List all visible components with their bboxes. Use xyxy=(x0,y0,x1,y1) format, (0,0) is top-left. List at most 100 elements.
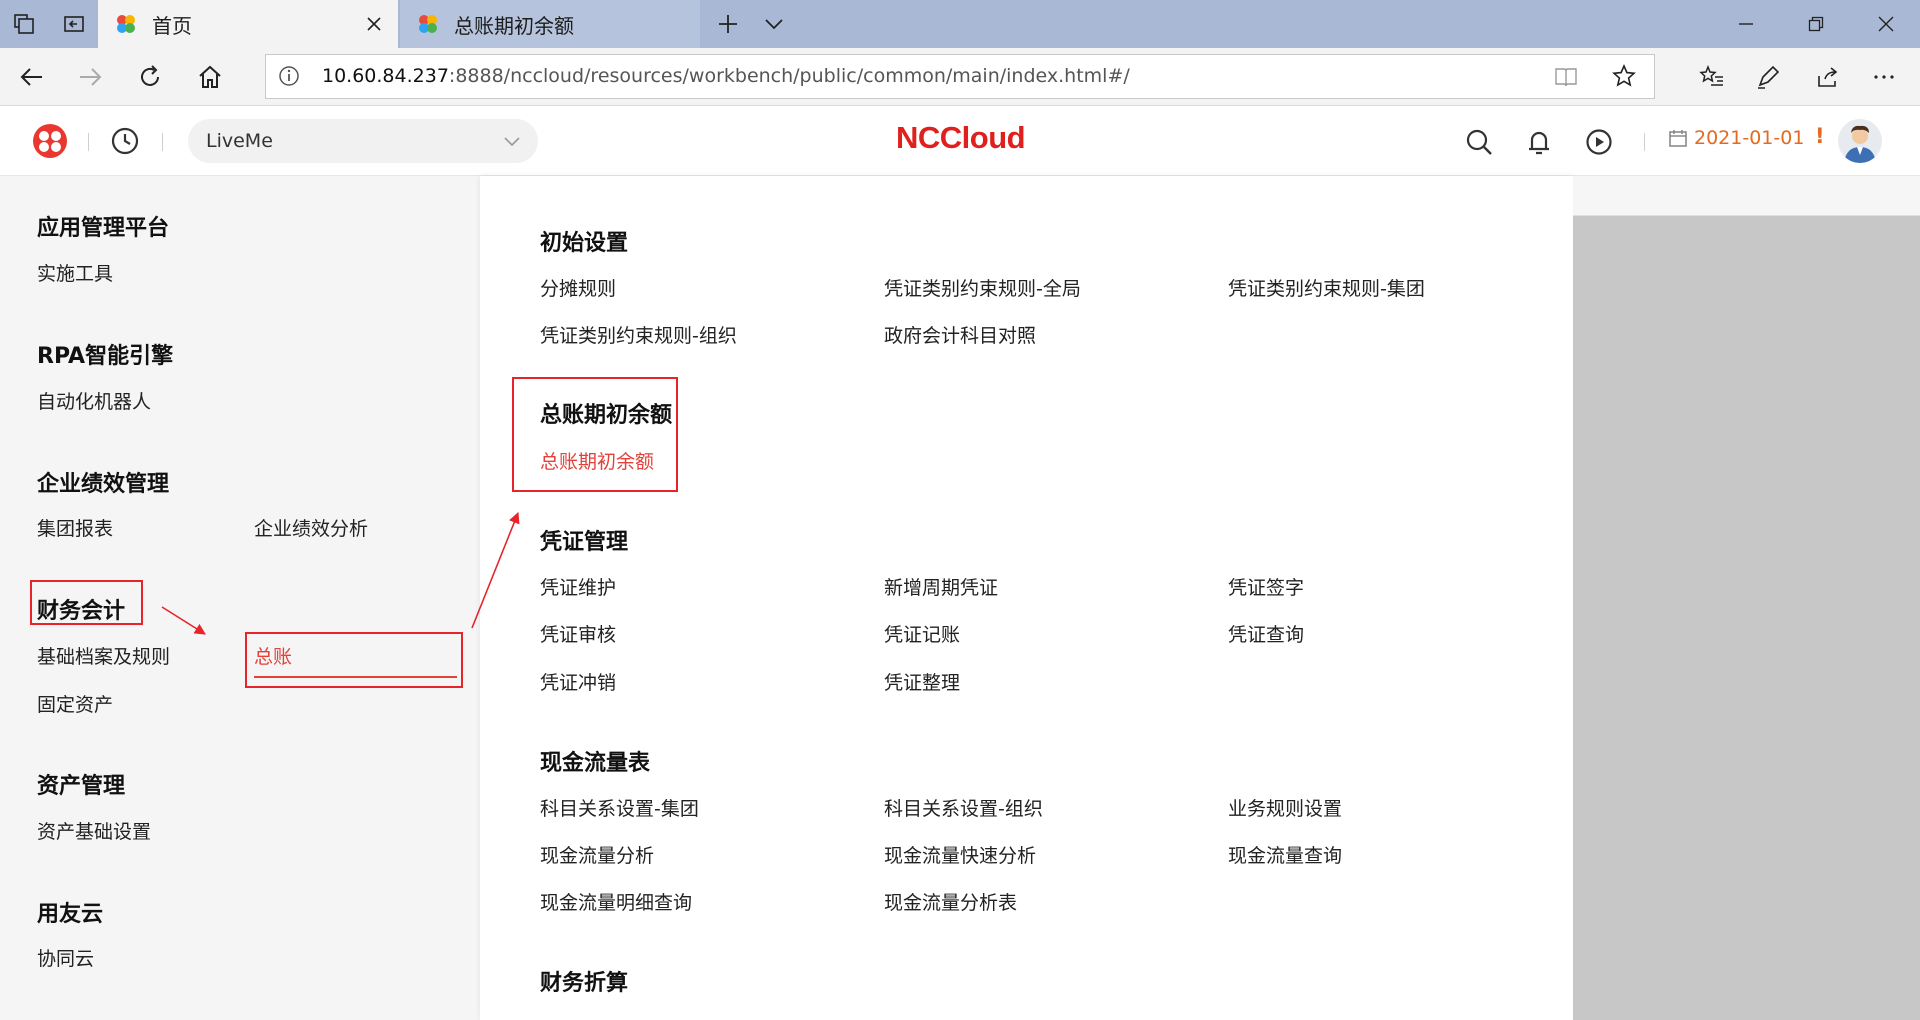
menu-item[interactable]: 科目关系设置-组织 xyxy=(884,794,1043,821)
back-button[interactable] xyxy=(8,53,56,101)
share-icon xyxy=(1818,67,1838,87)
window-close-button[interactable] xyxy=(1856,0,1916,48)
menu-item[interactable]: 新增周期凭证 xyxy=(884,573,998,600)
sidebar-item-performance-analysis[interactable]: 企业绩效分析 xyxy=(254,514,368,541)
sidebar-section-title: 用友云 xyxy=(37,902,104,927)
menu-item[interactable]: 凭证审核 xyxy=(540,620,616,647)
tab-close-button[interactable] xyxy=(362,12,386,36)
minimize-button[interactable] xyxy=(1716,0,1776,48)
menu-item[interactable]: 科目关系设置-集团 xyxy=(540,794,699,821)
sidebar-section-title: RPA智能引擎 xyxy=(37,344,174,369)
home-button[interactable] xyxy=(186,53,234,101)
warning-mark: ! xyxy=(1815,124,1825,148)
menu-item[interactable]: 凭证记账 xyxy=(884,620,960,647)
app-logo[interactable] xyxy=(32,123,68,163)
address-bar[interactable]: 10.60.84.237:8888/nccloud/resources/work… xyxy=(265,54,1655,99)
annotation-box-ledger xyxy=(245,632,463,688)
sidebar-item-implementation-tools[interactable]: 实施工具 xyxy=(37,259,113,286)
reading-view-icon[interactable] xyxy=(1554,65,1578,93)
menu-item[interactable]: 现金流量分析 xyxy=(540,841,654,868)
close-icon xyxy=(367,17,381,31)
set-aside-tabs-button[interactable] xyxy=(50,0,98,48)
menu-item[interactable]: 业务规则设置 xyxy=(1228,794,1342,821)
info-icon[interactable] xyxy=(278,65,300,91)
content-group-title: 现金流量表 xyxy=(540,751,651,776)
content-group-title: 初始设置 xyxy=(540,231,629,256)
favorites-button[interactable] xyxy=(1688,53,1736,101)
org-select-value: LiveMe xyxy=(206,130,273,152)
menu-item[interactable]: 凭证类别约束规则-集团 xyxy=(1228,274,1425,301)
arrow-right-icon xyxy=(80,68,102,86)
tab-title: 首页 xyxy=(152,13,192,38)
pen-icon xyxy=(1758,65,1780,89)
workspace-tabbar xyxy=(1573,176,1920,216)
restore-button[interactable] xyxy=(1786,0,1846,48)
sidebar-item-basic-archives[interactable]: 基础档案及规则 xyxy=(37,642,170,669)
minimize-icon xyxy=(1739,23,1753,25)
menu-item[interactable]: 政府会计科目对照 xyxy=(884,321,1036,348)
sidebar-item-collaboration-cloud[interactable]: 协同云 xyxy=(37,944,94,971)
business-date-text: 2021-01-01 xyxy=(1694,127,1805,149)
arrow-left-icon xyxy=(20,68,42,86)
business-date[interactable]: 2021-01-01 xyxy=(1668,127,1804,149)
tab-title: 总账期初余额 xyxy=(454,13,574,38)
menu-item[interactable]: 现金流量查询 xyxy=(1228,841,1342,868)
tab-opening-balance[interactable]: 总账期初余额 xyxy=(400,0,700,48)
brand-logo-text: NCCloud xyxy=(896,120,1026,155)
menu-item[interactable]: 凭证维护 xyxy=(540,573,616,600)
menu-item[interactable]: 现金流量快速分析 xyxy=(884,841,1036,868)
sidebar-section-title: 资产管理 xyxy=(37,774,126,799)
url-text: 10.60.84.237:8888/nccloud/resources/work… xyxy=(322,65,1130,87)
bell-icon[interactable] xyxy=(1525,128,1553,160)
more-button[interactable] xyxy=(1860,53,1908,101)
content-group-title: 财务折算 xyxy=(540,971,629,996)
menu-item[interactable]: 分摊规则 xyxy=(540,274,616,301)
annotation-box-finance xyxy=(30,580,143,625)
menu-item[interactable]: 凭证签字 xyxy=(1228,573,1304,600)
header-divider xyxy=(162,133,163,151)
app-favicon-icon xyxy=(419,15,437,33)
search-icon[interactable] xyxy=(1465,128,1493,160)
url-path: :8888/nccloud/resources/workbench/public… xyxy=(448,65,1130,87)
sidebar-item-fixed-assets[interactable]: 固定资产 xyxy=(37,690,113,717)
menu-item[interactable]: 凭证冲销 xyxy=(540,668,616,695)
tab-stack-icon xyxy=(14,14,34,34)
logo-icon xyxy=(33,124,67,158)
tab-actions-button[interactable] xyxy=(0,0,48,48)
tab-list-button[interactable] xyxy=(750,0,798,48)
refresh-button[interactable] xyxy=(126,53,174,101)
content-group-title: 凭证管理 xyxy=(540,530,629,555)
browser-toolbar: 10.60.84.237:8888/nccloud/resources/work… xyxy=(0,48,1920,106)
menu-item[interactable]: 凭证类别约束规则-全局 xyxy=(884,274,1081,301)
close-icon xyxy=(1878,16,1894,32)
sidebar-item-asset-settings[interactable]: 资产基础设置 xyxy=(37,817,151,844)
org-select[interactable]: LiveMe xyxy=(188,119,538,163)
sidebar-item-automation-robot[interactable]: 自动化机器人 xyxy=(37,387,151,414)
tab-home[interactable]: 首页 xyxy=(98,0,398,48)
plus-icon xyxy=(719,15,737,33)
notes-button[interactable] xyxy=(1744,53,1792,101)
chevron-down-icon xyxy=(502,131,522,155)
menu-item[interactable]: 凭证类别约束规则-组织 xyxy=(540,321,737,348)
play-circle-icon[interactable] xyxy=(1585,128,1613,160)
sidebar-item-group-reports[interactable]: 集团报表 xyxy=(37,514,113,541)
annotation-box-opening-balance xyxy=(512,377,678,492)
restore-icon xyxy=(1808,16,1824,32)
more-horizontal-icon xyxy=(1874,75,1894,79)
header-divider xyxy=(1644,133,1645,151)
clock-icon xyxy=(111,127,139,155)
avatar[interactable] xyxy=(1838,119,1882,163)
new-tab-button[interactable] xyxy=(704,0,752,48)
recent-history-button[interactable] xyxy=(110,126,140,160)
user-avatar-icon xyxy=(1844,125,1876,163)
menu-item[interactable]: 凭证整理 xyxy=(884,668,960,695)
url-host: 10.60.84.237 xyxy=(322,65,449,87)
share-button[interactable] xyxy=(1804,53,1852,101)
menu-item[interactable]: 凭证查询 xyxy=(1228,620,1304,647)
sidebar-section-title: 应用管理平台 xyxy=(37,216,170,241)
menu-item[interactable]: 现金流量分析表 xyxy=(884,888,1017,915)
forward-button[interactable] xyxy=(66,53,114,101)
favorite-star-icon[interactable] xyxy=(1612,64,1636,92)
menu-item[interactable]: 现金流量明细查询 xyxy=(540,888,692,915)
favorites-list-icon xyxy=(1699,64,1723,86)
